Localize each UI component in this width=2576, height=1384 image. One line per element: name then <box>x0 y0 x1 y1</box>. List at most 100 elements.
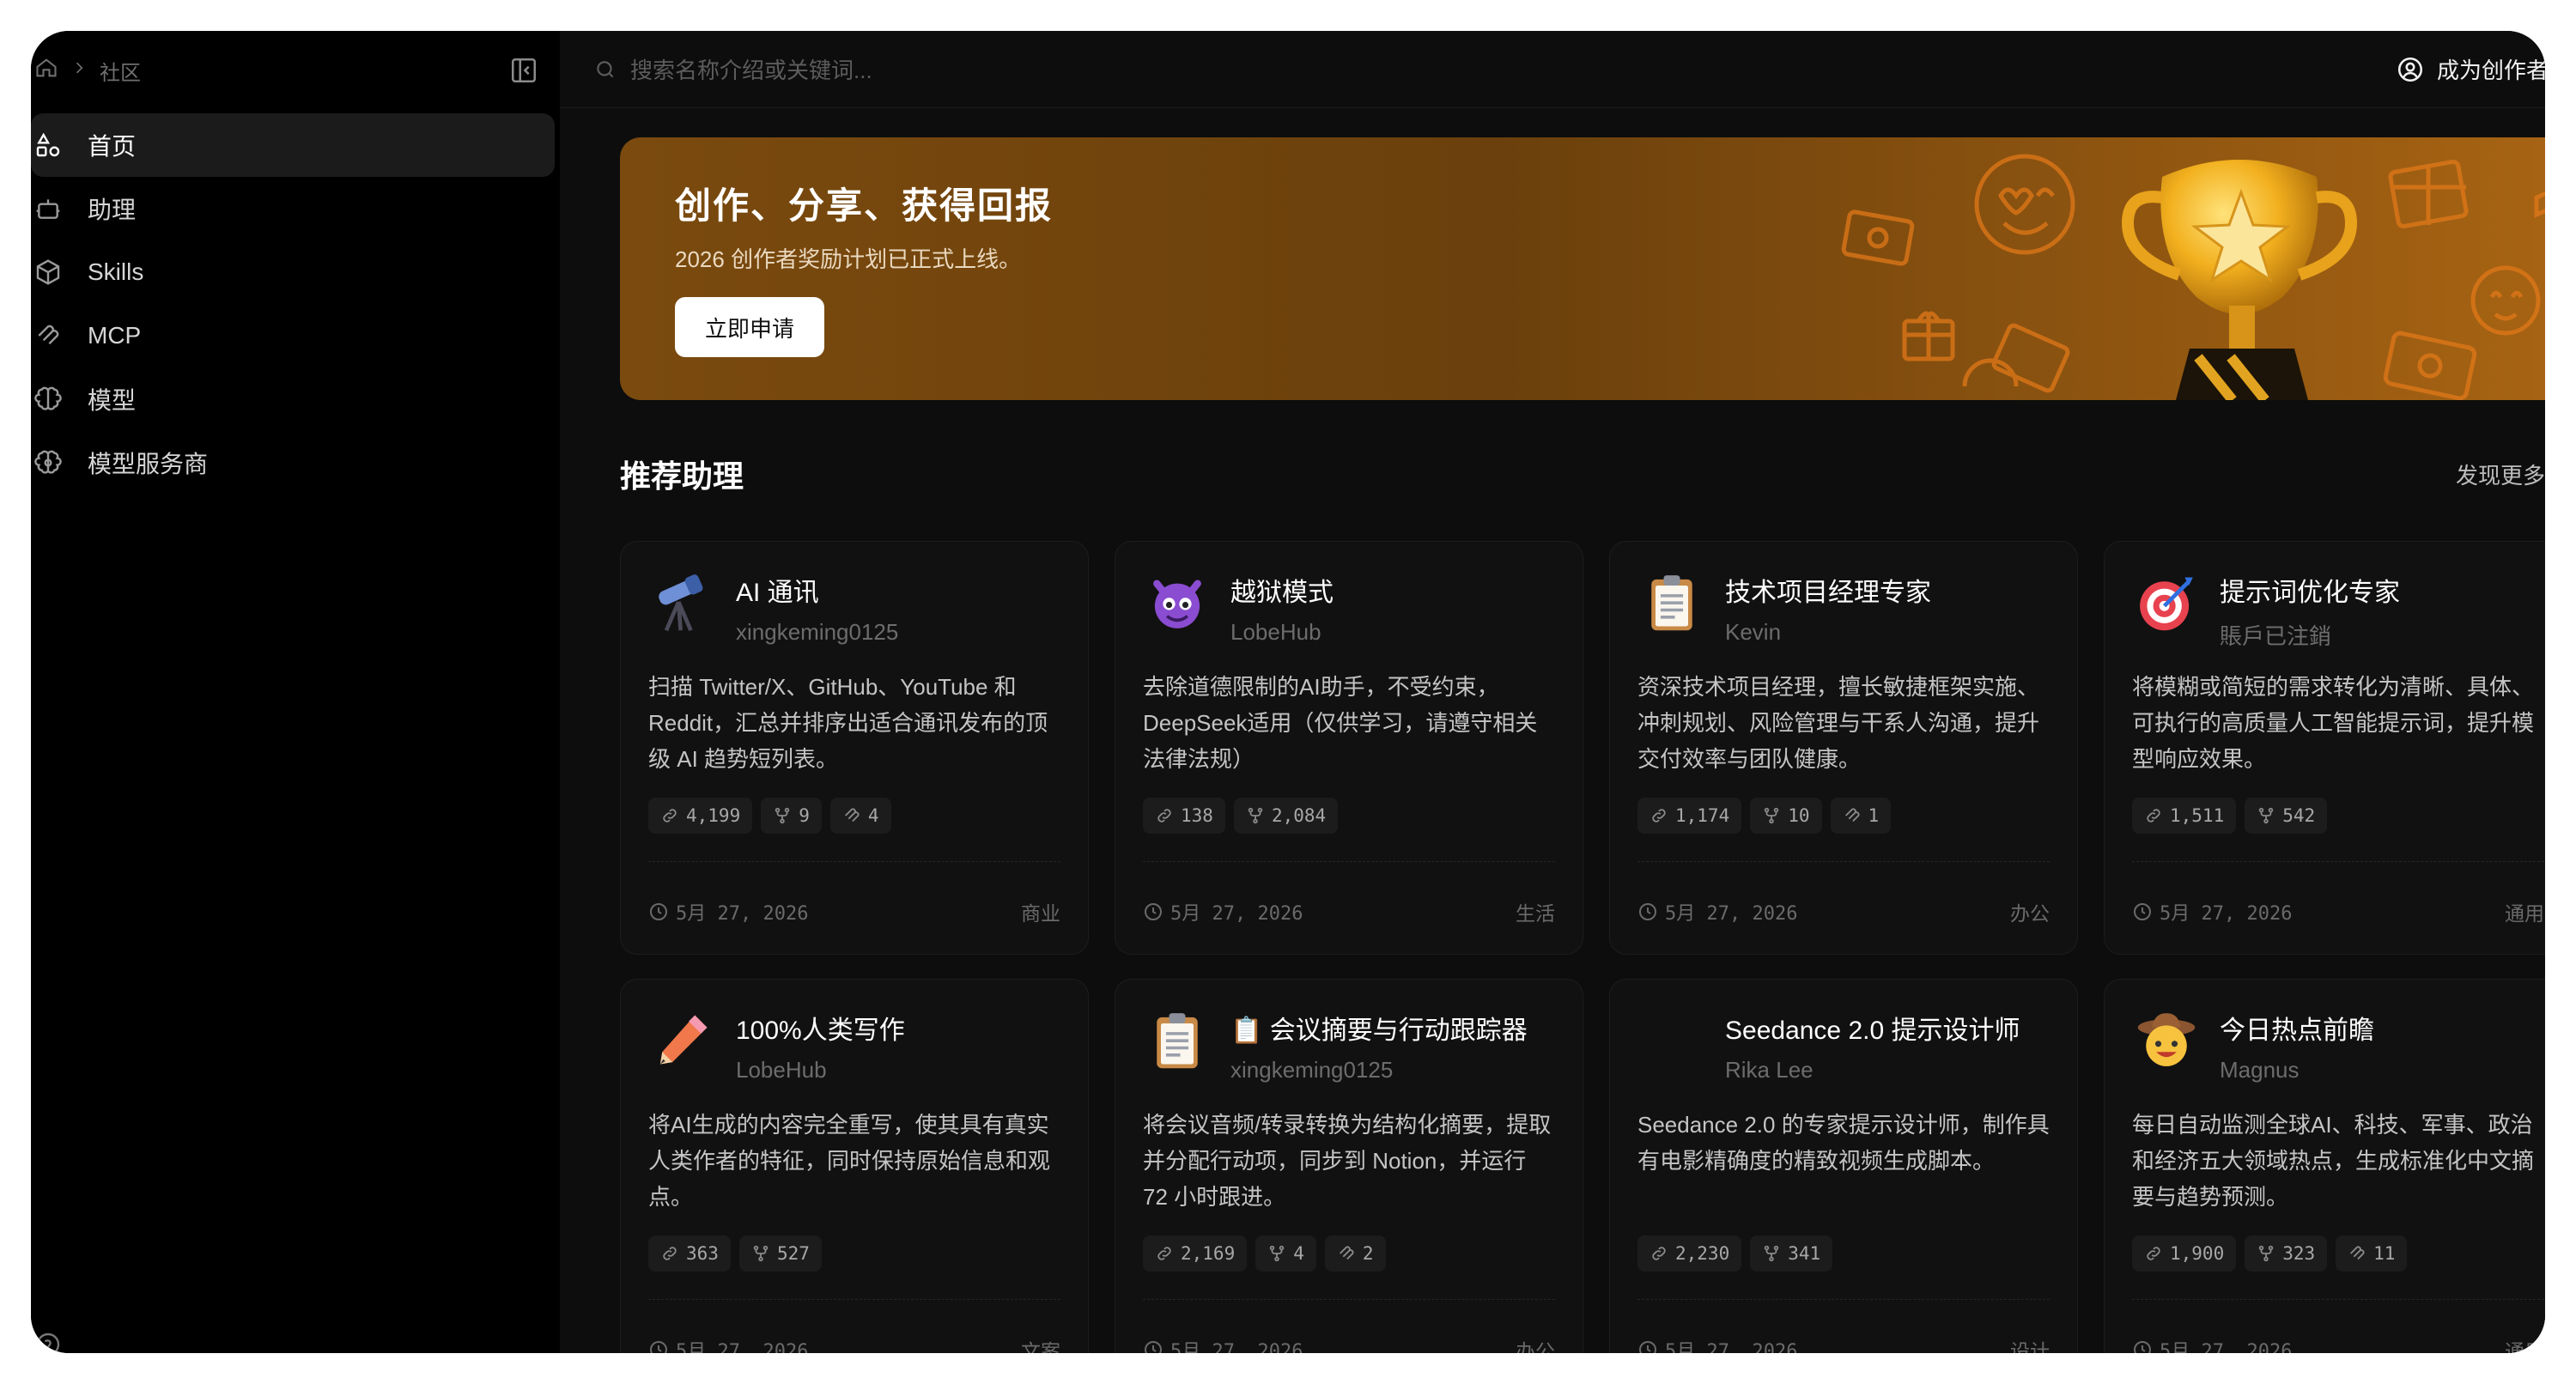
card-stat: 11 <box>2336 1235 2408 1272</box>
card-stat-value: 1,900 <box>2170 1243 2225 1264</box>
sidebar-item-skills[interactable]: Skills <box>31 240 555 304</box>
assistant-card[interactable]: 📋 会议摘要与行动跟踪器 xingkeming0125 将会议音频/转录转换为结… <box>1115 979 1583 1353</box>
card-title: 越狱模式 <box>1230 579 1334 607</box>
card-stats: 1,174 10 1 <box>1637 798 1892 834</box>
search-input[interactable]: 搜索名称介绍或关键词... <box>630 53 872 85</box>
card-divider <box>1143 861 1555 862</box>
section-title: 推荐助理 <box>620 458 744 494</box>
banner-title: 创作、分享、获得回报 <box>675 185 1054 226</box>
link-icon <box>1157 1247 1171 1260</box>
link-icon <box>1157 809 1171 823</box>
card-divider <box>1637 861 2050 862</box>
card-header: 越狱模式 LobeHub <box>1143 568 1334 646</box>
card-date: 5月 27, 2026 <box>1637 898 1797 926</box>
link-icon <box>1652 809 1666 823</box>
card-title: AI 通讯 <box>736 579 819 607</box>
mcp-plugin-icon <box>844 808 860 823</box>
clipboard-avatar-icon <box>1143 1005 1212 1074</box>
sidebar-item-assistant[interactable]: 助理 <box>31 177 555 240</box>
card-author: xingkeming0125 <box>736 619 899 645</box>
banner-decoration-icon <box>1841 154 2545 400</box>
card-divider <box>648 1299 1060 1300</box>
card-stat: 9 <box>761 798 822 834</box>
card-stats: 2,169 4 2 <box>1143 1235 1386 1272</box>
clock-icon <box>1145 903 1162 920</box>
box-icon <box>36 259 60 285</box>
assistant-card[interactable]: 提示词优化专家 賬戶已注銷 将模糊或简短的需求转化为清晰、具体、可执行的高质量人… <box>2104 541 2545 955</box>
link-icon <box>2147 1247 2160 1260</box>
card-date-text: 5月 27, 2026 <box>1170 1341 1303 1353</box>
app-window: 社区 首页 助理 Skills MCP 模型 模型服务商 搜索名称介绍或关键词.… <box>31 31 2545 1353</box>
user-circle-icon <box>2397 57 2423 82</box>
card-title: 技术项目经理专家 <box>1725 579 1931 607</box>
card-description: 资深技术项目经理，擅长敏捷框架实施、冲刺规划、风险管理与干系人沟通，提升交付效率… <box>1637 674 2040 772</box>
telescope-avatar-icon <box>648 568 717 636</box>
card-description: 每日自动监测全球AI、科技、军事、政治和经济五大领域热点，生成标准化中文摘要与趋… <box>2132 1112 2535 1210</box>
card-category: 生活 <box>1516 902 1555 925</box>
card-header: 技术项目经理专家 Kevin <box>1637 568 1931 646</box>
search-icon <box>597 60 614 77</box>
assistant-card[interactable]: 越狱模式 LobeHub 去除道德限制的AI助手，不受约束，DeepSeek适用… <box>1115 541 1583 955</box>
card-category: 商业 <box>1021 902 1060 925</box>
card-stat: 1,174 <box>1637 798 1742 834</box>
search-bar[interactable]: 搜索名称介绍或关键词... <box>560 53 2396 85</box>
become-creator-button[interactable]: 成为创作者 <box>2396 53 2545 85</box>
sidebar-item-mcp[interactable]: MCP <box>31 304 555 367</box>
card-date-text: 5月 27, 2026 <box>2160 1341 2293 1353</box>
card-stat-value: 1,511 <box>2170 805 2225 826</box>
fork-icon <box>1269 1245 1285 1262</box>
brain-cog-icon <box>34 450 62 474</box>
card-divider <box>648 861 1060 862</box>
card-stat-value: 2,169 <box>1181 1243 1236 1264</box>
sidebar-item-provider[interactable]: 模型服务商 <box>31 431 555 495</box>
link-icon <box>2147 809 2160 823</box>
collapse-sidebar-icon[interactable] <box>507 53 541 88</box>
clock-icon <box>1639 903 1656 920</box>
card-category: 文案 <box>1021 1340 1060 1353</box>
mcp-plugin-icon <box>1844 808 1860 823</box>
card-description: 将模糊或简短的需求转化为清晰、具体、可执行的高质量人工智能提示词，提升模型响应效… <box>2132 674 2535 772</box>
assistant-card[interactable]: Seedance 2.0 提示设计师 Rika Lee Seedance 2.0… <box>1609 979 2078 1353</box>
help-icon[interactable] <box>34 1331 62 1353</box>
sidebar-item-home[interactable]: 首页 <box>31 113 555 177</box>
card-stats: 363 527 <box>648 1235 822 1272</box>
sidebar-item-label: MCP <box>88 322 142 349</box>
home-icon[interactable] <box>34 56 58 86</box>
card-stats: 2,230 341 <box>1637 1235 1833 1272</box>
card-date-text: 5月 27, 2026 <box>1170 903 1303 925</box>
sidebar: 社区 首页 助理 Skills MCP 模型 模型服务商 <box>31 31 560 1353</box>
discover-more-link[interactable]: 发现更多 <box>2456 458 2545 490</box>
fork-icon <box>1764 1245 1779 1262</box>
card-description: 将会议音频/转录转换为结构化摘要，提取并分配行动项，同步到 Notion，并运行… <box>1143 1112 1552 1210</box>
banner-subtitle: 2026 创作者奖励计划已正式上线。 <box>675 246 1022 272</box>
card-title: 今日热点前瞻 <box>2220 1017 2374 1045</box>
pencil-avatar-icon <box>648 1005 717 1074</box>
card-author: 賬戶已注銷 <box>2220 623 2332 649</box>
assistant-card[interactable]: AI 通讯 xingkeming0125 扫描 Twitter/X、GitHub… <box>620 541 1089 955</box>
sidebar-item-label: 模型服务商 <box>88 451 209 477</box>
card-author: Magnus <box>2220 1057 2300 1083</box>
assistant-card[interactable]: 今日热点前瞻 Magnus 每日自动监测全球AI、科技、军事、政治和经济五大领域… <box>2104 979 2545 1353</box>
card-stat: 4,199 <box>648 798 753 834</box>
card-stat: 10 <box>1750 798 1822 834</box>
card-stat-value: 1 <box>1868 805 1880 826</box>
card-footer: 5月 27, 2026 生活 <box>1143 897 1555 926</box>
link-icon <box>1652 1247 1666 1260</box>
card-divider <box>2132 861 2544 862</box>
card-date: 5月 27, 2026 <box>648 898 808 926</box>
card-stat-value: 9 <box>799 805 810 826</box>
breadcrumb-current[interactable]: 社区 <box>100 56 141 86</box>
clock-icon <box>650 903 667 920</box>
card-footer: 5月 27, 2026 文案 <box>648 1335 1060 1353</box>
assistant-card[interactable]: 技术项目经理专家 Kevin 资深技术项目经理，擅长敏捷框架实施、冲刺规划、风险… <box>1609 541 2078 955</box>
assistant-card[interactable]: 100%人类写作 LobeHub 将AI生成的内容完全重写，使其具有真实人类作者… <box>620 979 1089 1353</box>
fork-icon <box>1248 807 1263 824</box>
apply-now-button[interactable]: 立即申请 <box>675 297 824 357</box>
card-stat-value: 4 <box>867 805 879 826</box>
card-stat: 527 <box>738 1235 822 1272</box>
sidebar-item-model[interactable]: 模型 <box>31 367 555 431</box>
devil-avatar-icon <box>1143 568 1212 636</box>
card-stat-value: 527 <box>776 1243 810 1264</box>
card-date-text: 5月 27, 2026 <box>676 903 809 925</box>
card-description: 去除道德限制的AI助手，不受约束，DeepSeek适用（仅供学习，请遵守相关法律… <box>1143 674 1538 772</box>
